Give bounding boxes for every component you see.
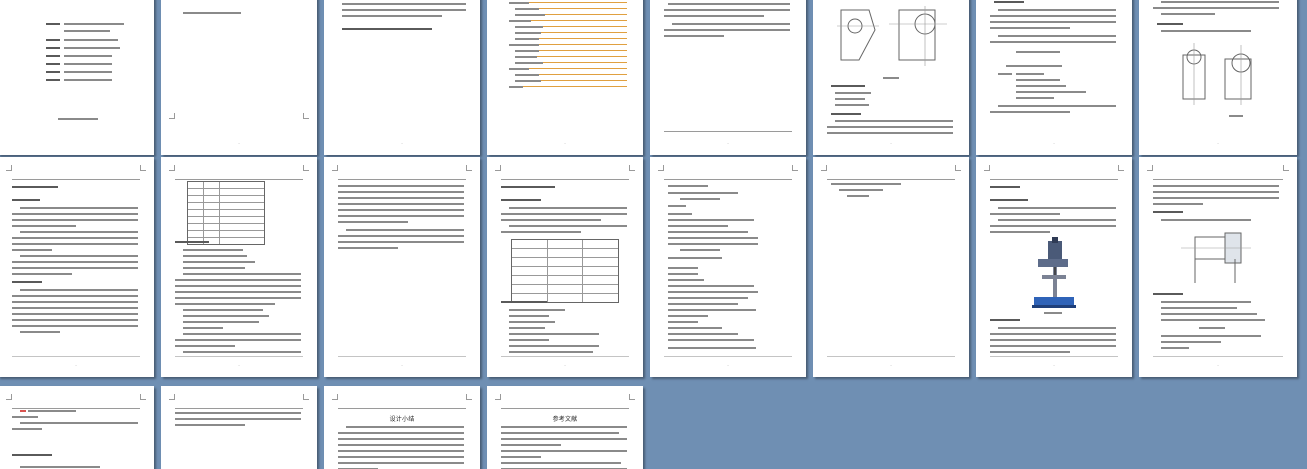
schematic-diagram xyxy=(1181,232,1251,283)
page-thumbnail-diagram[interactable]: · xyxy=(1139,157,1297,377)
page-thumbnail[interactable]: · xyxy=(161,0,317,155)
page-number-mark: · xyxy=(564,141,566,146)
page-number-mark: · xyxy=(401,363,403,368)
page-thumbnail-formulas[interactable]: · xyxy=(813,157,969,377)
page-heading: 设计小结 xyxy=(389,416,415,423)
page-thumbnail[interactable] xyxy=(0,386,154,469)
page-number-mark: · xyxy=(1217,141,1219,146)
page-number-mark: · xyxy=(890,141,892,146)
page-number-mark: · xyxy=(1053,141,1055,146)
page-thumbnail-references[interactable]: 参考文献 xyxy=(487,386,643,469)
engineering-drawing-icon xyxy=(837,6,947,66)
page-thumbnail-drawing[interactable]: · xyxy=(1139,0,1297,155)
page-number-mark: · xyxy=(727,141,729,146)
page-thumbnail[interactable]: · xyxy=(976,0,1132,155)
page-number-mark: · xyxy=(1217,363,1219,368)
page-number-mark: · xyxy=(564,363,566,368)
page-thumbnail[interactable]: · xyxy=(324,157,480,377)
page-thumbnail-formulas[interactable]: · xyxy=(650,157,806,377)
page-thumbnail-table[interactable]: · xyxy=(487,157,643,377)
page-thumbnail-machine-figure[interactable]: · xyxy=(976,157,1132,377)
page-thumbnail-drawing[interactable]: · xyxy=(813,0,969,155)
table-figure xyxy=(511,239,619,303)
page-thumbnail-summary[interactable]: 设计小结 xyxy=(324,386,480,469)
page-number-mark: · xyxy=(1053,363,1055,368)
page-thumbnail-viewer[interactable]: · · · · · · · · · · · · · · · 设计小结 参考文献 xyxy=(0,0,1307,469)
page-number-mark: · xyxy=(890,363,892,368)
drill-press-image xyxy=(1032,237,1076,308)
page-thumbnail-cover[interactable] xyxy=(0,0,154,155)
page-thumbnail[interactable]: · xyxy=(0,157,154,377)
page-thumbnail-table[interactable]: · xyxy=(161,157,317,377)
page-number-mark: · xyxy=(238,141,240,146)
page-heading: 参考文献 xyxy=(552,416,578,423)
page-number-mark: · xyxy=(75,363,77,368)
page-number-mark: · xyxy=(238,363,240,368)
page-thumbnail[interactable]: · xyxy=(650,0,806,155)
engineering-drawing-icon xyxy=(1182,43,1252,105)
page-thumbnail-toc[interactable]: · xyxy=(487,0,643,155)
table-figure xyxy=(187,181,265,245)
page-thumbnail[interactable]: · xyxy=(324,0,480,155)
page-number-mark: · xyxy=(727,363,729,368)
page-number-mark: · xyxy=(401,141,403,146)
page-thumbnail[interactable] xyxy=(161,386,317,469)
